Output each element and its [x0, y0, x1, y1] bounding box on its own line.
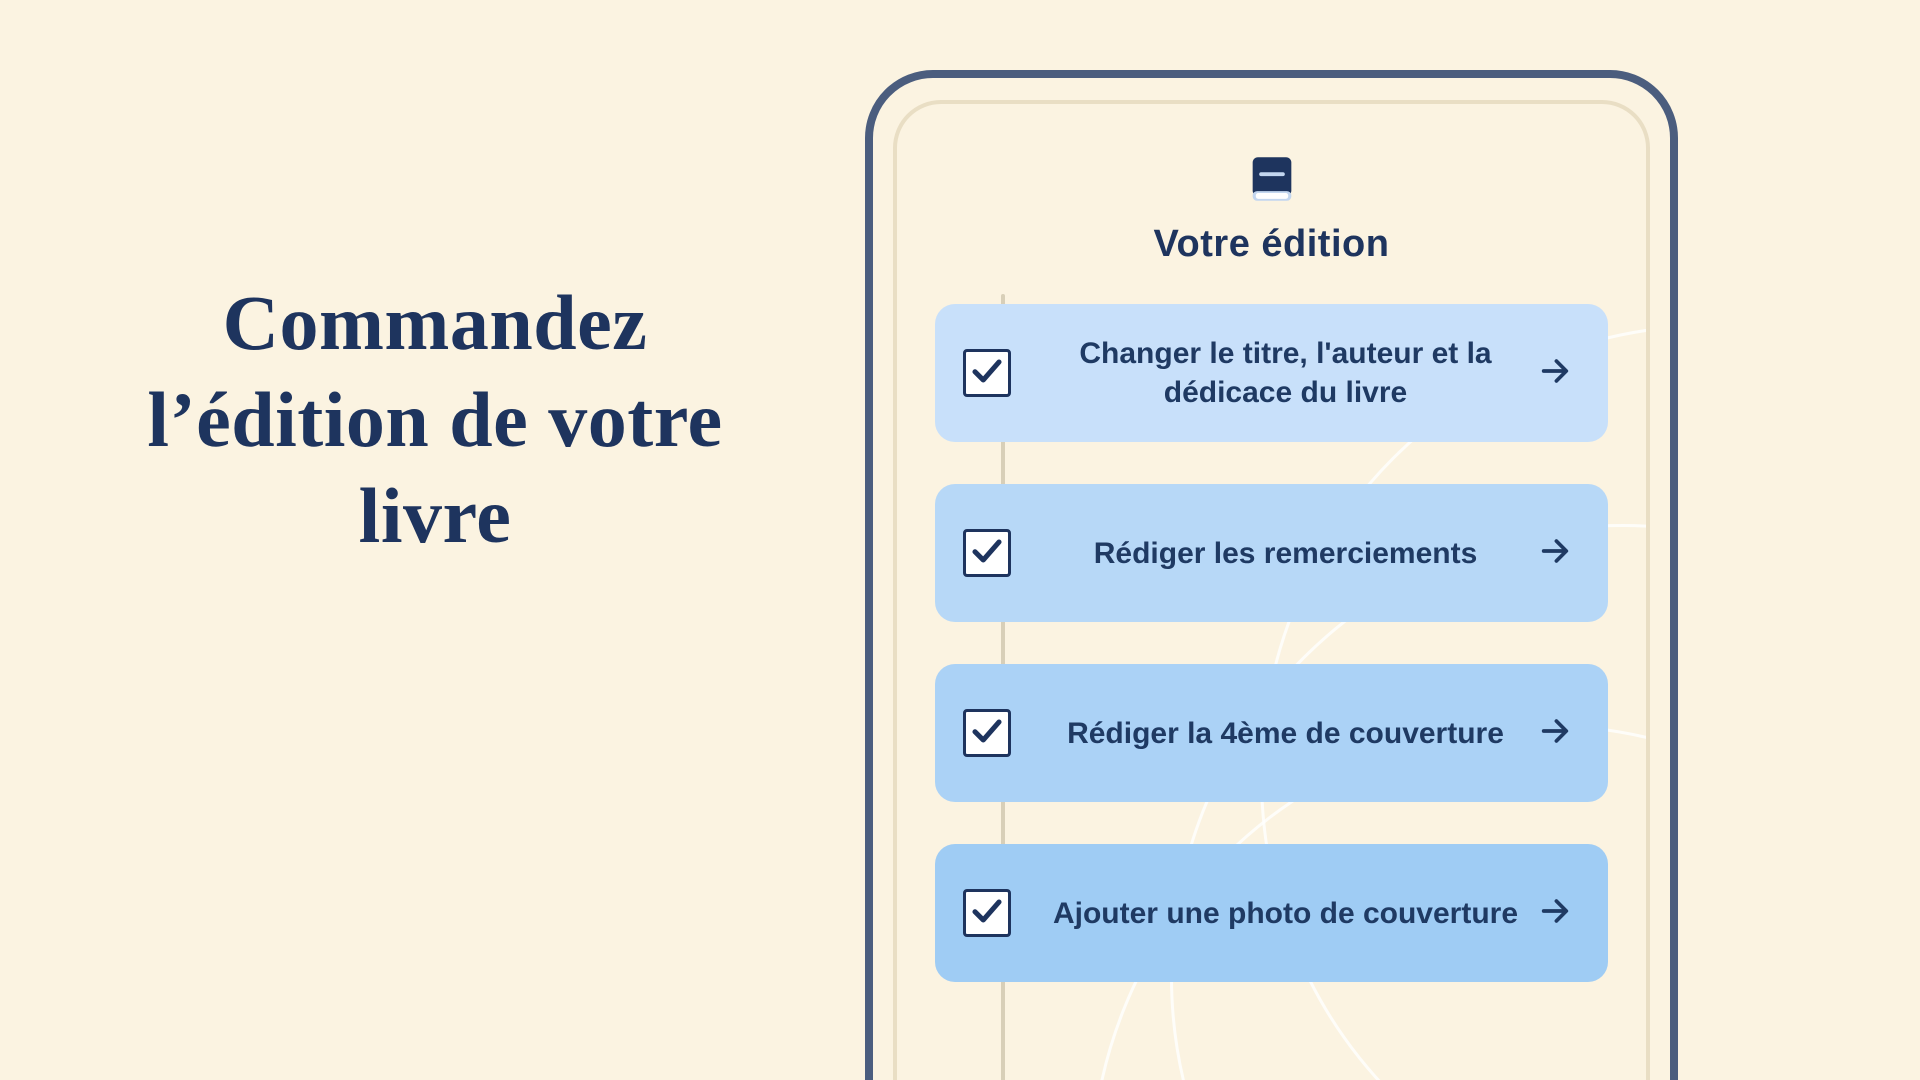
task-label: Changer le titre, l'auteur et la dédicac… [1039, 334, 1532, 412]
checkmark-icon [969, 353, 1005, 394]
phone-mockup: Votre édition Changer le titre, l'auteur… [865, 70, 1678, 1080]
arrow-right-icon [1538, 714, 1572, 753]
page-headline: Commandez l’édition de votre livre [115, 275, 755, 565]
phone-screen: Votre édition Changer le titre, l'auteur… [893, 100, 1650, 1080]
checkmark-icon [969, 713, 1005, 754]
arrow-right-icon [1538, 534, 1572, 573]
task-label: Ajouter une photo de couverture [1039, 894, 1532, 933]
task-item-cover-photo[interactable]: Ajouter une photo de couverture [935, 844, 1608, 982]
book-icon [1243, 150, 1301, 213]
task-item-acknowledgements[interactable]: Rédiger les remerciements [935, 484, 1608, 622]
task-label: Rédiger la 4ème de couverture [1039, 714, 1532, 753]
task-checkbox[interactable] [963, 889, 1011, 937]
task-arrow[interactable] [1532, 534, 1578, 573]
checkmark-icon [969, 893, 1005, 934]
task-arrow[interactable] [1532, 894, 1578, 933]
arrow-right-icon [1538, 354, 1572, 393]
task-checkbox[interactable] [963, 349, 1011, 397]
checkmark-icon [969, 533, 1005, 574]
task-arrow[interactable] [1532, 714, 1578, 753]
task-item-back-cover[interactable]: Rédiger la 4ème de couverture [935, 664, 1608, 802]
task-label: Rédiger les remerciements [1039, 534, 1532, 573]
task-arrow[interactable] [1532, 354, 1578, 393]
edition-title: Votre édition [933, 223, 1610, 266]
edition-header: Votre édition [933, 150, 1610, 266]
arrow-right-icon [1538, 894, 1572, 933]
task-item-change-title[interactable]: Changer le titre, l'auteur et la dédicac… [935, 304, 1608, 442]
task-list: Changer le titre, l'auteur et la dédicac… [933, 304, 1610, 982]
task-checkbox[interactable] [963, 529, 1011, 577]
task-checkbox[interactable] [963, 709, 1011, 757]
